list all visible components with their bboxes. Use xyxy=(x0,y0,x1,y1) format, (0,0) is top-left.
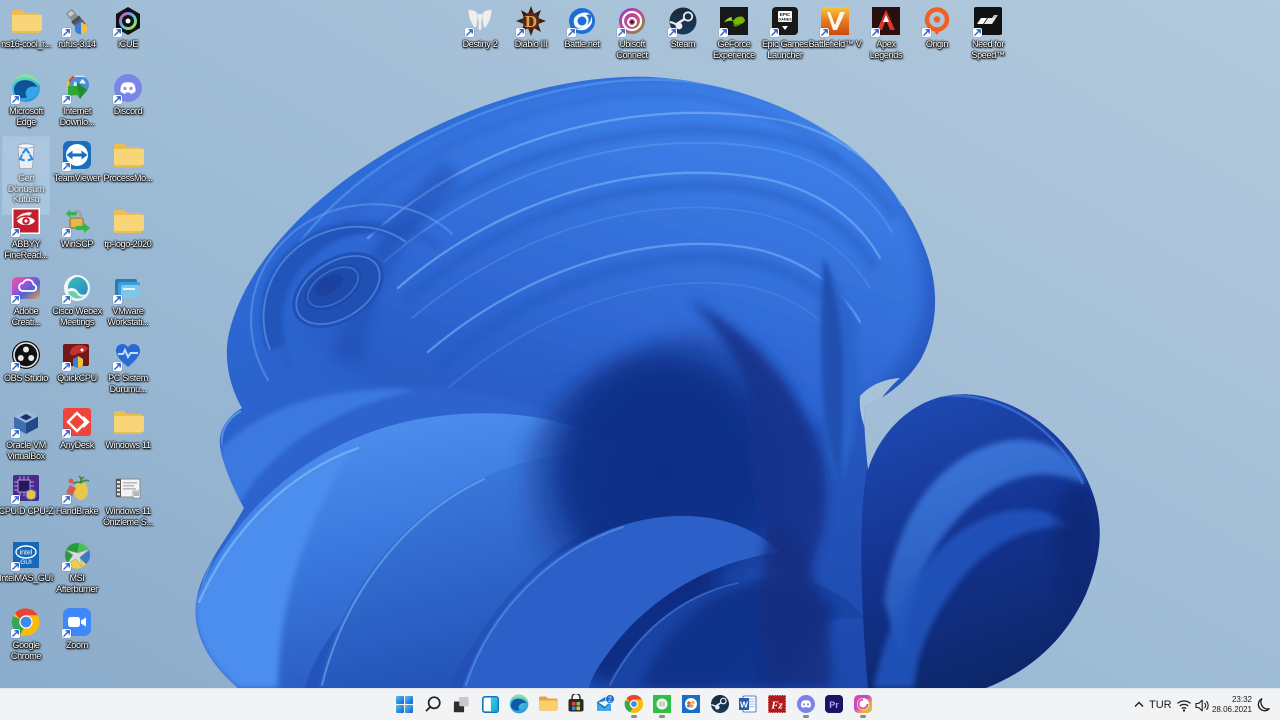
svg-text:GUI: GUI xyxy=(20,559,32,566)
svg-text:D: D xyxy=(525,12,537,31)
svg-text:GAMES: GAMES xyxy=(778,18,792,22)
svg-text:intel: intel xyxy=(20,550,33,557)
svg-text:EPIC: EPIC xyxy=(780,12,791,17)
